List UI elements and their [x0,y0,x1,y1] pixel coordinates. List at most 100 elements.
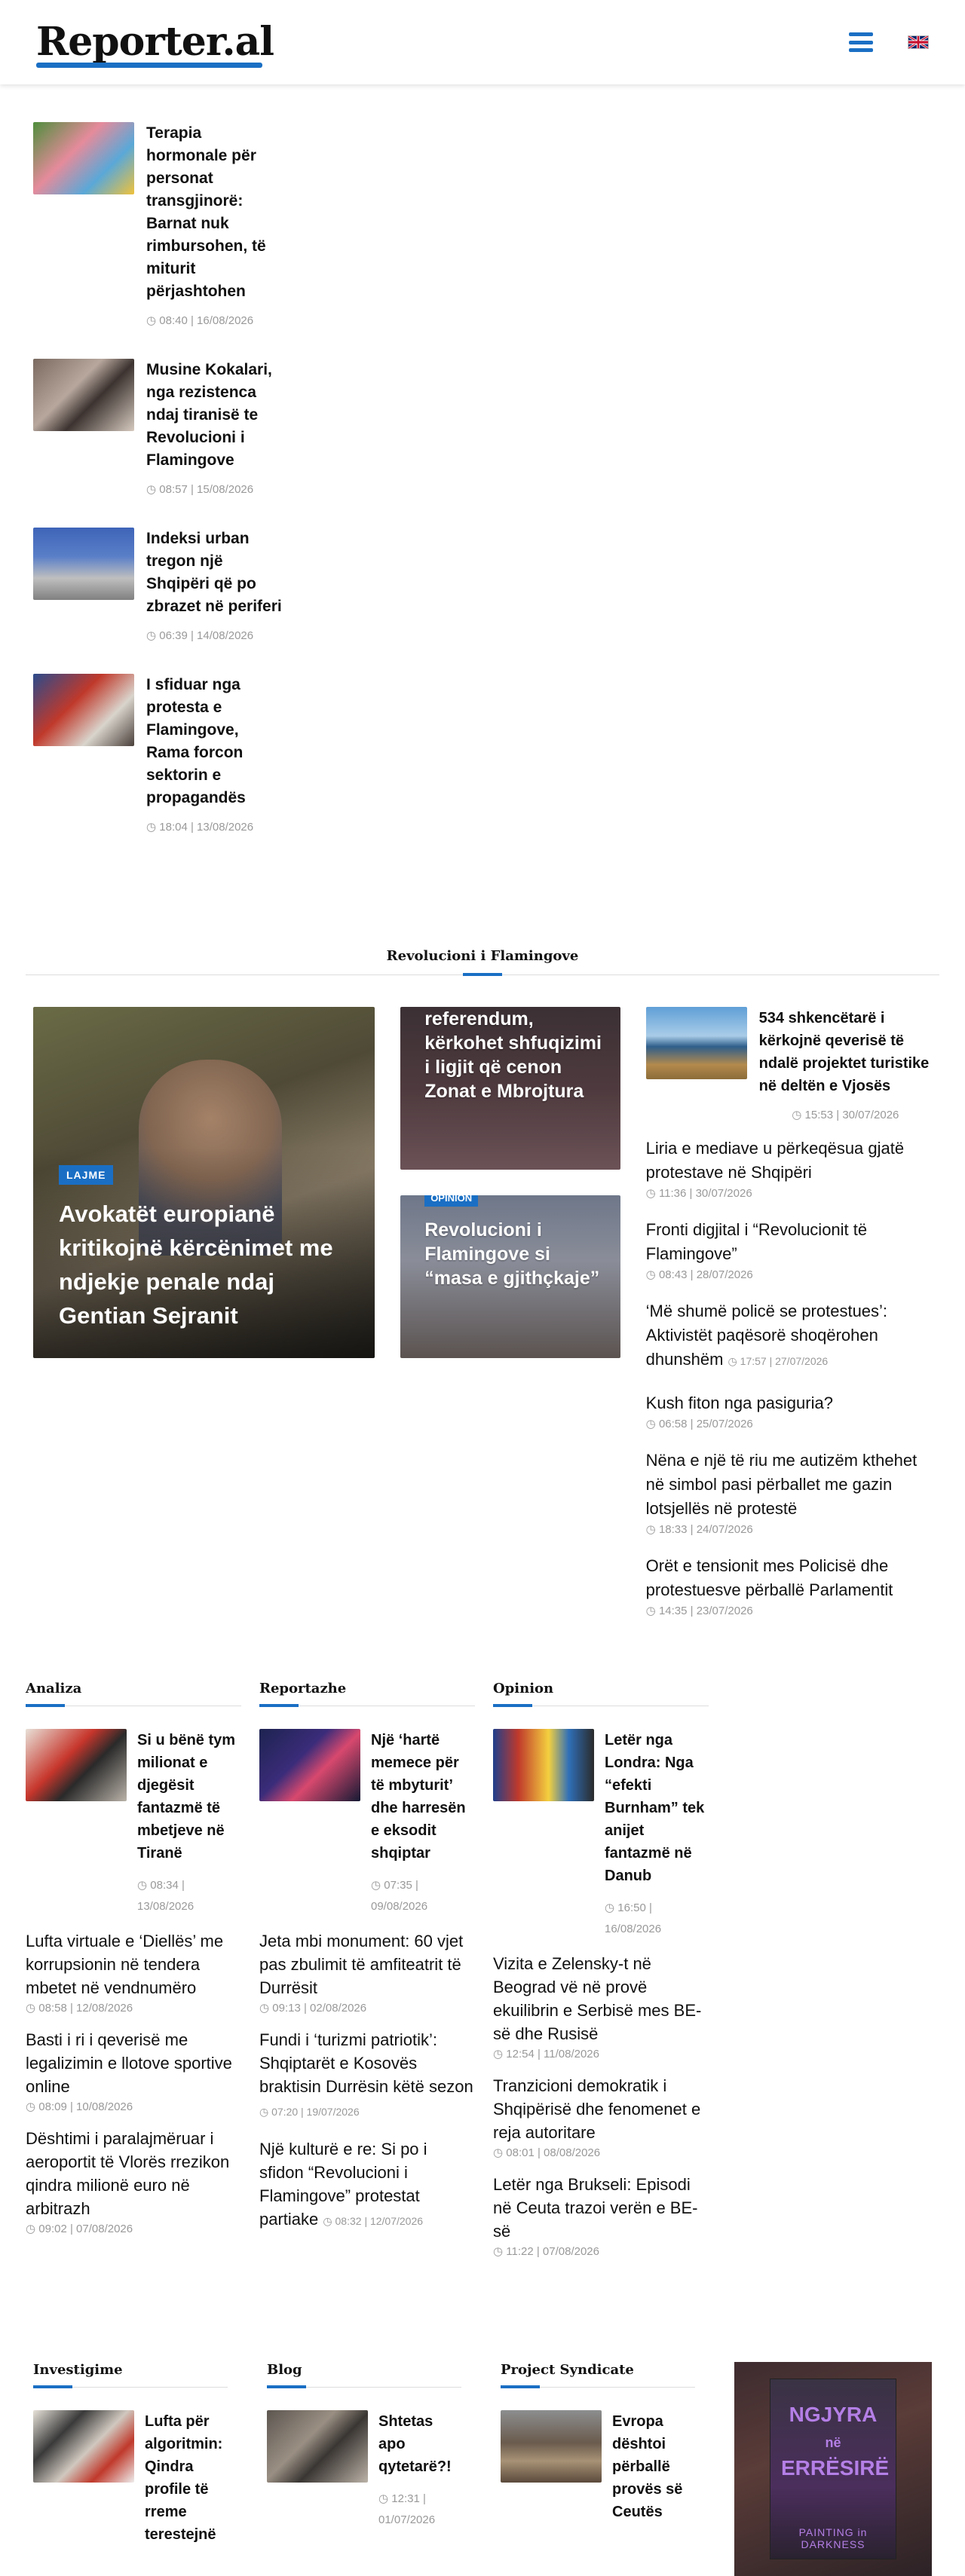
category-column-analiza: Analiza Si u bënë tym milionat e djegësi… [26,1681,241,2272]
category-column-opinion: Opinion Letër nga Londra: Nga “efekti Bu… [493,1681,709,2272]
featured-card[interactable]: OPINION Revolucioni i Flamingove si “mas… [400,1195,620,1358]
clock-icon: ◷ [146,821,160,834]
list-item[interactable]: Terapia hormonale për personat transgjin… [33,122,283,327]
article-thumbnail[interactable] [267,2410,368,2483]
book-cover: NGJYRA në ERRËSIRË PAINTING in DARKNESS [770,2379,896,2559]
article-title[interactable]: Letër nga Brukseli: Episodi në Ceuta tra… [493,2173,709,2243]
featured-list: 534 shkencëtarë i kërkojnë qeverisë të n… [645,1007,932,1635]
article-title[interactable]: ‘Më shumë policë se protestues’: Aktivis… [646,1299,932,1373]
featured-secondary: referendum, kërkohet shfuqizimi i ligjit… [400,1007,620,1635]
category-title[interactable]: Project Syndicate [501,2362,695,2378]
category-column-reportazhe: Reportazhe Një ‘hartë memece për të mbyt… [259,1681,475,2272]
article-meta: ◷ 06:58 | 25/07/2026 [645,1418,753,1430]
featured-main-card[interactable]: LAJME Avokatët europianë kritikojnë kërc… [33,1007,375,1358]
article-title[interactable]: Jeta mbi monument: 60 vjet pas zbulimit … [259,1929,475,1999]
article-title[interactable]: Nëna e një të riu me autizëm kthehet në … [646,1449,932,1521]
list-item[interactable]: I sfiduar nga protesta e Flamingove, Ram… [33,674,283,834]
article-title[interactable]: I sfiduar nga protesta e Flamingove, Ram… [146,674,283,809]
clock-icon: ◷ [645,1605,659,1617]
article-title[interactable]: Liria e mediave u përkeqësua gjatë prote… [646,1137,932,1185]
list-item[interactable]: Musine Kokalari, nga rezistenca ndaj tir… [33,359,283,496]
list-item[interactable]: Evropa dështoi përballë provës së Ceutës [501,2410,695,2523]
article-thumbnail[interactable] [33,528,134,600]
section-title[interactable]: Revolucioni i Flamingove [387,948,579,974]
list-item[interactable]: Një kulturë e re: Si po i sfidon “Revolu… [259,2137,475,2233]
clock-icon: ◷ [645,1523,659,1536]
list-item[interactable]: ‘Më shumë policë se protestues’: Aktivis… [646,1299,932,1373]
list-item[interactable]: Nëna e një të riu me autizëm kthehet në … [646,1449,932,1536]
article-title[interactable]: Fundi i ‘turizmi patriotik’: Shqiptarët … [259,2028,475,2124]
category-title[interactable]: Reportazhe [259,1681,475,1696]
article-title[interactable]: Shtetas apo qytetarë?! [378,2410,461,2478]
article-title[interactable]: Vizita e Zelensky-t në Beograd vë në pro… [493,1952,709,2045]
article-title[interactable]: Tranzicioni demokratik i Shqipërisë dhe … [493,2074,709,2144]
category-title[interactable]: Analiza [26,1681,241,1696]
article-meta: ◷ 08:34 | 13/08/2026 [137,1879,195,1913]
article-meta: ◷ 14:35 | 23/07/2026 [645,1605,753,1617]
list-item[interactable]: Jeta mbi monument: 60 vjet pas zbulimit … [259,1929,475,2015]
site-logo[interactable]: Reporter.al [36,23,274,68]
article-title[interactable]: Një ‘hartë memece për të mbyturit’ dhe h… [371,1729,475,1865]
category-title[interactable]: Opinion [493,1681,709,1696]
article-title[interactable]: Musine Kokalari, nga rezistenca ndaj tir… [146,359,283,472]
list-item[interactable]: Basti i ri i qeverisë me legalizimin e l… [26,2028,241,2113]
article-thumbnail[interactable] [33,2410,134,2483]
article-thumbnail[interactable] [501,2410,602,2483]
list-item[interactable]: Kush fiton nga pasiguria? ◷ 06:58 | 25/0… [646,1391,932,1430]
list-item[interactable]: Indeksi urban tregon një Shqipëri që po … [33,528,283,642]
list-item[interactable]: Orët e tensionit mes Policisë dhe protes… [646,1554,932,1617]
clock-icon: ◷ [146,314,160,327]
list-item[interactable]: Letër nga Londra: Nga “efekti Burnham” t… [493,1729,709,1940]
article-title[interactable]: 534 shkencëtarë i kërkojnë qeverisë të n… [759,1007,932,1097]
category-tag[interactable]: OPINION [424,1195,479,1207]
article-thumbnail[interactable] [33,359,134,431]
article-thumbnail[interactable] [33,122,134,194]
section-accent [463,973,502,976]
article-meta: ◷ 11:36 | 30/07/2026 [645,1187,752,1200]
list-item[interactable]: Tranzicioni demokratik i Shqipërisë dhe … [493,2074,709,2159]
article-title[interactable]: Kush fiton nga pasiguria? [646,1391,932,1415]
category-title[interactable]: Investigime [33,2362,228,2378]
list-item[interactable]: Fundi i ‘turizmi patriotik’: Shqiptarët … [259,2028,475,2124]
article-title[interactable]: Si u bënë tym milionat e djegësit fantaz… [137,1729,241,1865]
featured-title[interactable]: Avokatët europianë kritikojnë kërcënimet… [59,1197,354,1332]
article-title[interactable]: Letër nga Londra: Nga “efekti Burnham” t… [605,1729,709,1887]
article-meta: ◷ 17:57 | 27/07/2026 [728,1355,829,1367]
clock-icon: ◷ [493,2245,507,2258]
article-thumbnail[interactable] [645,1007,747,1079]
article-title[interactable]: Orët e tensionit mes Policisë dhe protes… [646,1554,932,1602]
list-item[interactable]: Dështimi i paralajmëruar i aeroportit të… [26,2127,241,2235]
advertisement-banner[interactable]: NGJYRA në ERRËSIRË PAINTING in DARKNESS [734,2362,932,2576]
featured-card[interactable]: referendum, kërkohet shfuqizimi i ligjit… [400,1007,620,1170]
list-item[interactable]: Vizita e Zelensky-t në Beograd vë në pro… [493,1952,709,2060]
list-item[interactable]: 534 shkencëtarë i kërkojnë qeverisë të n… [645,1007,932,1121]
article-thumbnail[interactable] [259,1729,360,1801]
article-title[interactable]: Lufta për algoritmin: Qindra profile të … [145,2410,228,2546]
list-item[interactable]: Si u bënë tym milionat e djegësit fantaz… [26,1729,241,1917]
article-title[interactable]: Basti i ri i qeverisë me legalizimin e l… [26,2028,241,2098]
article-title[interactable]: Një kulturë e re: Si po i sfidon “Revolu… [259,2137,475,2233]
article-title[interactable]: Lufta virtuale e ‘Diellës’ me korrupsion… [26,1929,241,1999]
article-title[interactable]: Evropa dështoi përballë provës së Ceutës [612,2410,695,2523]
list-item[interactable]: Shtetas apo qytetarë?! ◷ 12:31 | 01/07/2… [267,2410,461,2531]
list-item[interactable]: Një ‘hartë memece për të mbyturit’ dhe h… [259,1729,475,1917]
article-title[interactable]: Indeksi urban tregon një Shqipëri që po … [146,528,283,618]
featured-card-title[interactable]: Revolucioni i Flamingove si “masa e gjit… [424,1218,605,1290]
featured-card-title[interactable]: referendum, kërkohet shfuqizimi i ligjit… [424,1007,605,1103]
article-thumbnail[interactable] [493,1729,594,1801]
article-title[interactable]: Terapia hormonale për personat transgjin… [146,122,283,303]
article-thumbnail[interactable] [33,674,134,746]
article-title[interactable]: Dështimi i paralajmëruar i aeroportit të… [26,2127,241,2220]
article-title[interactable]: Fronti digjital i “Revolucionit të Flami… [646,1218,932,1266]
list-item[interactable]: Letër nga Brukseli: Episodi në Ceuta tra… [493,2173,709,2258]
list-item[interactable]: Liria e mediave u përkeqësua gjatë prote… [646,1137,932,1200]
category-tag[interactable]: LAJME [59,1165,114,1185]
uk-flag-icon[interactable] [908,35,929,49]
hamburger-icon[interactable] [849,32,873,52]
article-thumbnail[interactable] [26,1729,127,1801]
clock-icon: ◷ [493,2048,507,2060]
category-title[interactable]: Blog [267,2362,461,2378]
list-item[interactable]: Lufta virtuale e ‘Diellës’ me korrupsion… [26,1929,241,2015]
list-item[interactable]: Fronti digjital i “Revolucionit të Flami… [646,1218,932,1281]
list-item[interactable]: Lufta për algoritmin: Qindra profile të … [33,2410,228,2546]
